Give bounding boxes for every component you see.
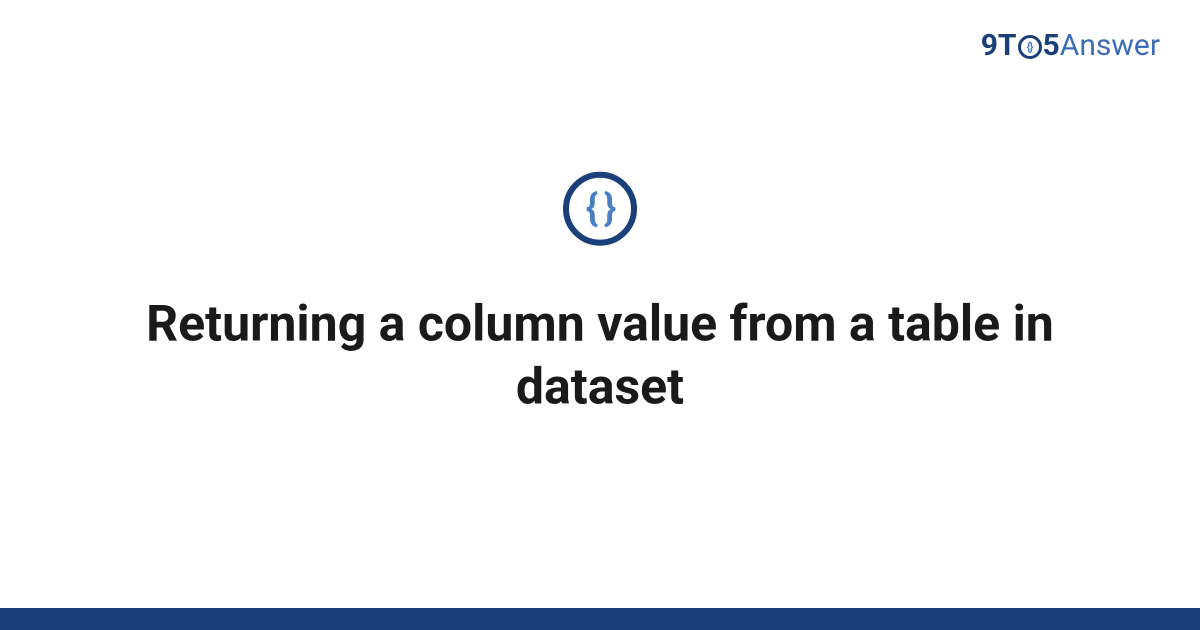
braces-icon: { } xyxy=(563,172,637,246)
logo-text-answer: Answer xyxy=(1060,28,1160,63)
site-logo[interactable]: 9T {} 5 Answer xyxy=(981,28,1160,63)
main-content: { } Returning a column value from a tabl… xyxy=(0,172,1200,419)
footer-decoration xyxy=(0,608,1200,630)
page-title: Returning a column value from a table in… xyxy=(100,294,1100,419)
logo-o-icon: {} xyxy=(1017,34,1043,58)
braces-icon: {} xyxy=(1018,35,1042,59)
logo-text-5: 5 xyxy=(1043,28,1060,63)
topic-icon: { } xyxy=(563,172,637,246)
logo-text-9t: 9T xyxy=(981,28,1017,63)
